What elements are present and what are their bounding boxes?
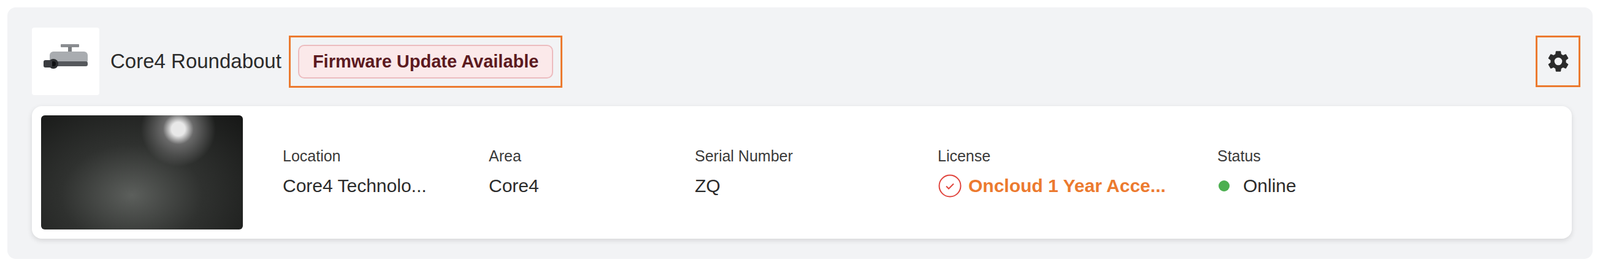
status-value: Online (1243, 175, 1297, 197)
detail-field: Area Core4 (488, 147, 695, 199)
field-label: Area (488, 147, 695, 165)
camera-snapshot[interactable] (41, 115, 243, 230)
device-header: Core4 Roundabout Firmware Update Availabl… (31, 27, 1581, 96)
firmware-badge[interactable]: Firmware Update Available (298, 44, 554, 79)
device-card: Core4 Roundabout Firmware Update Availabl… (7, 7, 1593, 259)
field-value: Core4 (488, 175, 540, 197)
firmware-badge-frame: Firmware Update Available (288, 35, 563, 88)
field-label: Location (282, 147, 489, 165)
field-label: License (937, 147, 1218, 165)
license-link[interactable]: Oncloud 1 Year Acce... (968, 175, 1166, 197)
field-value: Core4 Technolo... (282, 175, 427, 197)
status-dot (1218, 180, 1230, 192)
device-details: Location Core4 Technolo... Area Core4 Serial… (31, 106, 1572, 239)
detail-field: Serial Number ZQ (694, 147, 938, 199)
license-check-icon (937, 173, 963, 199)
detail-field: License Oncloud 1 Year Acce... (937, 147, 1218, 199)
detail-field: Status Online (1217, 147, 1297, 199)
field-label: Serial Number (694, 147, 938, 165)
field-value: ZQ (694, 175, 721, 197)
gear-icon (1545, 48, 1572, 75)
camera-icon (31, 27, 100, 96)
field-label: Status (1217, 147, 1297, 165)
settings-button[interactable] (1535, 35, 1581, 88)
detail-field: Location Core4 Technolo... (282, 147, 489, 199)
device-name: Core4 Roundabout (110, 49, 282, 73)
